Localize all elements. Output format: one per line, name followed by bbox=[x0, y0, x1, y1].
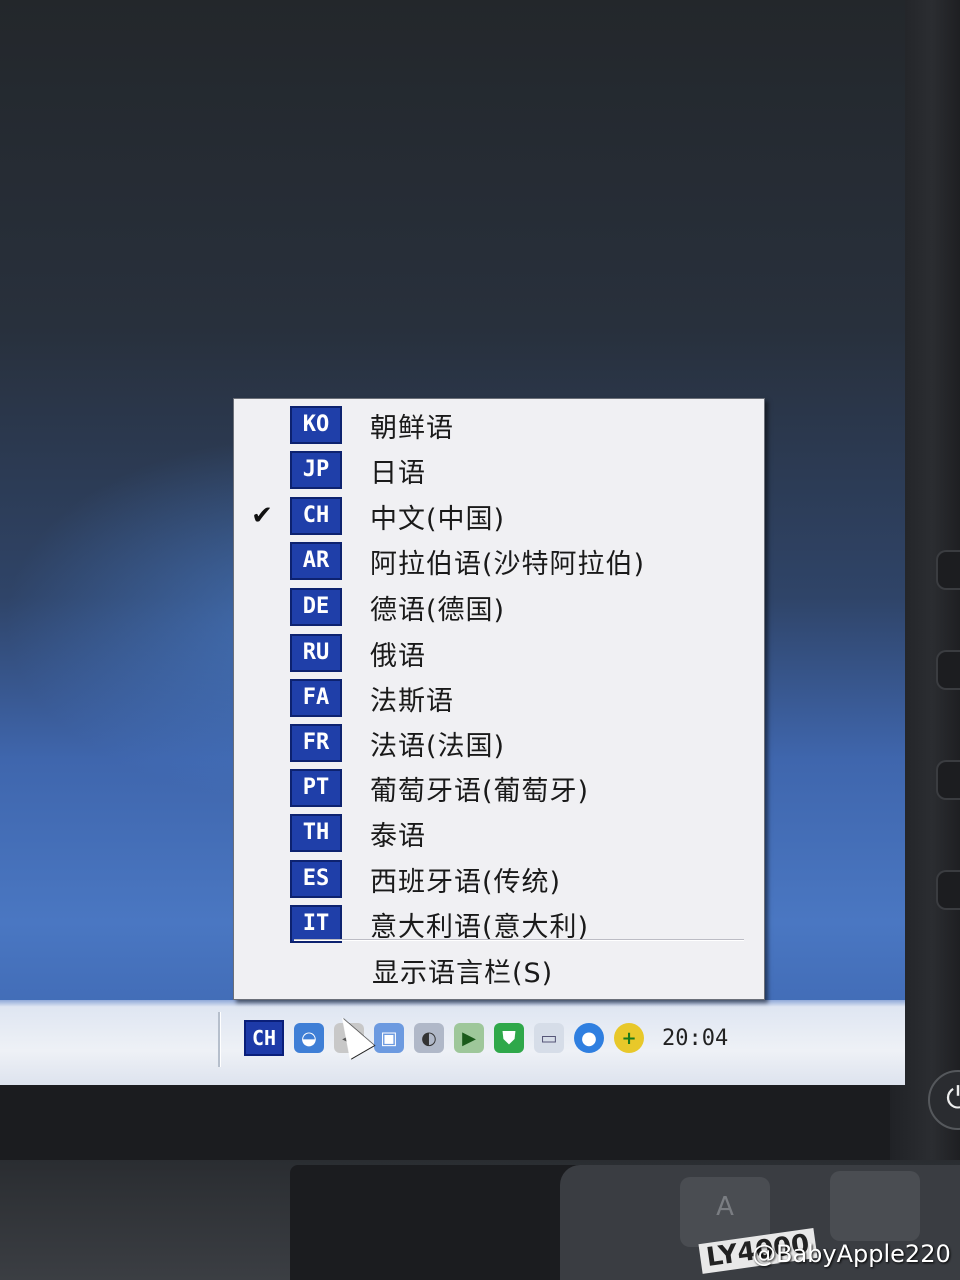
add-icon[interactable]: + bbox=[614, 1023, 644, 1053]
menu-separator bbox=[294, 939, 744, 941]
language-label: 西班牙语(传统) bbox=[370, 866, 562, 898]
language-code-badge: AR bbox=[290, 542, 342, 580]
language-item-pt[interactable]: PT 葡萄牙语(葡萄牙) bbox=[234, 766, 764, 810]
language-code-badge: RU bbox=[290, 634, 342, 672]
language-menu: KO 朝鲜语 JP 日语 ✔ CH 中文(中国) AR 阿拉伯语(沙特阿拉伯) … bbox=[233, 398, 765, 1000]
monitor-side-button[interactable] bbox=[936, 650, 960, 690]
system-tray: CH ◒ ◀ ▣ ◐ ▶ ⛊ ▭ ● + 20:04 bbox=[236, 1008, 896, 1068]
network-icon[interactable]: ◒ bbox=[294, 1023, 324, 1053]
language-code-badge: DE bbox=[290, 588, 342, 626]
language-label: 朝鲜语 bbox=[370, 412, 454, 444]
language-item-fa[interactable]: FA 法斯语 bbox=[234, 676, 764, 720]
language-item-th[interactable]: TH 泰语 bbox=[234, 811, 764, 855]
language-item-jp[interactable]: JP 日语 bbox=[234, 448, 764, 492]
language-code-badge: IT bbox=[290, 905, 342, 943]
language-label: 法斯语 bbox=[370, 685, 454, 717]
language-label: 日语 bbox=[370, 457, 426, 489]
language-item-fr[interactable]: FR 法语(法国) bbox=[234, 721, 764, 765]
language-label: 葡萄牙语(葡萄牙) bbox=[370, 775, 590, 807]
language-code-badge: JP bbox=[290, 451, 342, 489]
monitor-side-button[interactable] bbox=[936, 550, 960, 590]
taskbar-divider bbox=[218, 1012, 221, 1067]
taskbar-clock[interactable]: 20:04 bbox=[662, 1026, 728, 1051]
language-label: 俄语 bbox=[370, 640, 426, 672]
shield-icon[interactable]: ⛊ bbox=[494, 1023, 524, 1053]
language-label: 阿拉伯语(沙特阿拉伯) bbox=[370, 548, 646, 580]
language-label: 中文(中国) bbox=[370, 503, 506, 535]
language-code-badge: TH bbox=[290, 814, 342, 852]
language-item-ko[interactable]: KO 朝鲜语 bbox=[234, 403, 764, 447]
language-item-de[interactable]: DE 德语(德国) bbox=[234, 585, 764, 629]
language-code-badge: FR bbox=[290, 724, 342, 762]
show-language-bar-item[interactable]: 显示语言栏(S) bbox=[372, 951, 553, 990]
language-label: 泰语 bbox=[370, 820, 426, 852]
update-icon[interactable]: ● bbox=[574, 1023, 604, 1053]
watermark: @BabyApple220 bbox=[752, 1240, 951, 1268]
check-icon: ✔ bbox=[251, 501, 273, 531]
desktop-screen: CH ◒ ◀ ▣ ◐ ▶ ⛊ ▭ ● + 20:04 KO 朝鲜语 JP 日语 … bbox=[0, 0, 905, 1085]
language-item-ch[interactable]: ✔ CH 中文(中国) bbox=[234, 494, 764, 538]
keyboard-key[interactable] bbox=[830, 1171, 920, 1241]
language-indicator[interactable]: CH bbox=[244, 1020, 284, 1056]
monitor-side-button[interactable] bbox=[936, 870, 960, 910]
language-code-badge: KO bbox=[290, 406, 342, 444]
language-item-es[interactable]: ES 西班牙语(传统) bbox=[234, 857, 764, 901]
security-scan-icon[interactable]: ◐ bbox=[414, 1023, 444, 1053]
language-code-badge: ES bbox=[290, 860, 342, 898]
language-code-badge: PT bbox=[290, 769, 342, 807]
media-icon[interactable]: ▶ bbox=[454, 1023, 484, 1053]
monitor-side-button[interactable] bbox=[936, 760, 960, 800]
language-item-ru[interactable]: RU 俄语 bbox=[234, 631, 764, 675]
speech-bubble-icon[interactable]: ▭ bbox=[534, 1023, 564, 1053]
language-item-ar[interactable]: AR 阿拉伯语(沙特阿拉伯) bbox=[234, 539, 764, 583]
language-code-badge: CH bbox=[290, 497, 342, 535]
language-label: 法语(法国) bbox=[370, 730, 506, 762]
language-label: 德语(德国) bbox=[370, 594, 506, 626]
network-computers-icon[interactable]: ▣ bbox=[374, 1023, 404, 1053]
language-code-badge: FA bbox=[290, 679, 342, 717]
language-label: 意大利语(意大利) bbox=[370, 911, 590, 943]
